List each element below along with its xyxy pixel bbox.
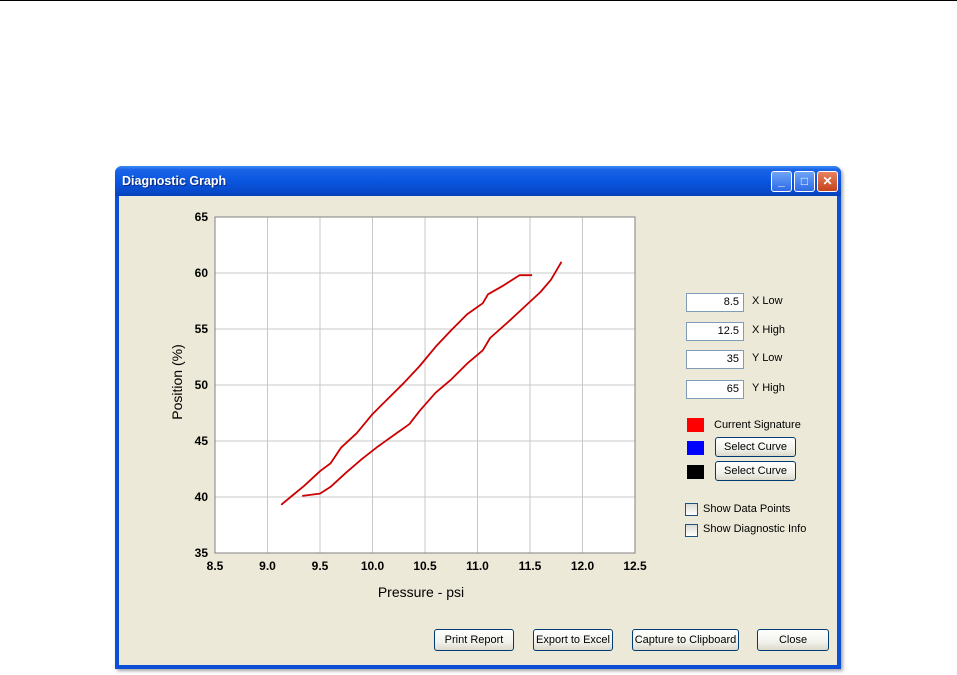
- y-low-label: Y Low: [752, 352, 783, 364]
- select-black-curve-button[interactable]: Select Curve: [715, 461, 796, 481]
- current-signature-label: Current Signature: [714, 419, 801, 431]
- x-low-input[interactable]: 8.5: [686, 293, 744, 312]
- y-tick-label: 35: [195, 546, 209, 560]
- show-diagnostic-info-label: Show Diagnostic Info: [703, 523, 807, 535]
- y-tick-label: 55: [195, 322, 209, 336]
- y-tick-label: 45: [195, 434, 209, 448]
- x-tick-label: 10.0: [361, 559, 385, 573]
- capture-to-clipboard-button[interactable]: Capture to Clipboard: [632, 629, 739, 651]
- title-bar[interactable]: Diagnostic Graph _ □ ✕: [115, 166, 841, 196]
- diagnostic-chart: 8.5 9.0 9.5 10.0 10.5 11.0 11.5 12.0 12.5 35 40 45 5…: [169, 210, 647, 600]
- maximize-button[interactable]: □: [794, 171, 815, 192]
- show-data-points-checkbox[interactable]: [685, 503, 698, 516]
- top-rule: [0, 0, 957, 1]
- x-tick-label: 8.5: [207, 559, 224, 573]
- y-tick-label: 40: [195, 490, 209, 504]
- x-tick-label: 10.5: [413, 559, 437, 573]
- x-high-input[interactable]: 12.5: [686, 322, 744, 341]
- export-to-excel-button[interactable]: Export to Excel: [533, 629, 613, 651]
- y-low-input[interactable]: 35: [686, 350, 744, 369]
- y-tick-label: 65: [195, 210, 209, 224]
- y-axis-label: Position (%): [169, 344, 185, 419]
- x-low-label: X Low: [752, 295, 783, 307]
- maximize-icon: □: [800, 174, 809, 188]
- window-client-area: 8.5 9.0 9.5 10.0 10.5 11.0 11.5 12.0 12.5 35 40 45 5…: [119, 196, 837, 665]
- show-data-points-label: Show Data Points: [703, 503, 791, 515]
- minimize-icon: _: [778, 174, 785, 188]
- x-tick-label: 12.5: [623, 559, 647, 573]
- close-button[interactable]: Close: [757, 629, 829, 651]
- y-tick-label: 60: [195, 266, 209, 280]
- print-report-button[interactable]: Print Report: [434, 629, 514, 651]
- x-tick-label: 11.5: [519, 559, 542, 573]
- window-title: Diagnostic Graph: [122, 174, 227, 188]
- black-curve-swatch: [687, 465, 704, 479]
- y-tick-label: 50: [195, 378, 209, 392]
- current-signature-swatch: [687, 418, 704, 432]
- select-blue-curve-button[interactable]: Select Curve: [715, 437, 796, 457]
- close-icon: ✕: [822, 174, 833, 188]
- y-high-input[interactable]: 65: [686, 380, 744, 399]
- close-window-button[interactable]: ✕: [817, 171, 838, 192]
- x-tick-label: 9.0: [259, 559, 276, 573]
- minimize-button[interactable]: _: [771, 171, 792, 192]
- show-diagnostic-info-checkbox[interactable]: [685, 524, 698, 537]
- diagnostic-graph-window: Diagnostic Graph _ □ ✕ 8.5 9.0 9.5 10.0 10.5…: [115, 166, 841, 669]
- blue-curve-swatch: [687, 441, 704, 455]
- x-tick-label: 9.5: [312, 559, 329, 573]
- x-axis-label: Pressure - psi: [378, 584, 464, 600]
- x-tick-label: 11.0: [466, 559, 489, 573]
- y-high-label: Y High: [752, 382, 785, 394]
- x-tick-label: 12.0: [571, 559, 595, 573]
- x-high-label: X High: [752, 324, 786, 336]
